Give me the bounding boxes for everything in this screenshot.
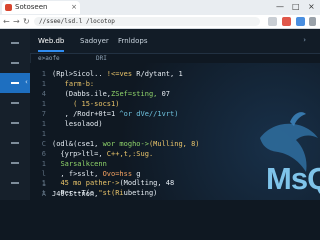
subheader-right-label: DRI <box>96 55 107 62</box>
subheader-left-label: e>aofe <box>38 55 60 62</box>
chevron-right-icon[interactable]: › <box>303 36 306 44</box>
tab-close-icon[interactable]: × <box>71 1 77 14</box>
browser-tab[interactable]: Sotoseen × <box>2 1 80 14</box>
tab-sadoyer[interactable]: Sadoyer <box>80 29 109 53</box>
url-input[interactable]: //ssee/lsd.l /locotop <box>34 17 260 26</box>
sidebar-item-3[interactable]: ‹ <box>0 73 30 93</box>
line-number: 7 <box>41 110 46 118</box>
code-text: lesolaod) <box>52 120 103 128</box>
line-number: 1 <box>41 70 46 78</box>
line-number: 1 <box>41 100 46 108</box>
code-text: , /Rodr+0t=1 ^or dVe//1vrt) <box>52 110 179 118</box>
app-top-nav: Web.db Sadoyer Frnldops › <box>30 29 320 54</box>
code-text: {yrp>ltl=, C++,t,:Sug. <box>52 150 154 158</box>
minimize-icon[interactable]: — <box>276 2 284 12</box>
line-number: 1 <box>41 160 46 168</box>
forward-arrow-icon[interactable]: → <box>13 16 20 27</box>
sidebar-item-8[interactable] <box>0 173 30 193</box>
line-number: t <box>41 189 46 197</box>
browser-tab-bar: Sotoseen × — □ × <box>0 0 320 16</box>
sidebar-item-4[interactable] <box>0 93 30 113</box>
code-text: 45 mo pather->(Modlting, 48 <box>60 179 175 187</box>
sidebar-item-8-icon <box>11 182 19 184</box>
maximize-icon[interactable]: □ <box>292 2 300 12</box>
editor-subheader: e>aofe DRI <box>30 54 320 63</box>
sidebar-item-2[interactable] <box>0 53 30 73</box>
line-number: 6 <box>41 150 46 158</box>
app-sidebar: ‹ <box>0 29 31 200</box>
code-text: Per--T(o "st(Riubeting) <box>52 189 158 197</box>
tab-frnldops[interactable]: Frnldops <box>118 29 147 53</box>
line-number: 4 <box>41 90 46 98</box>
sidebar-item-6[interactable] <box>0 133 30 153</box>
line-number: C <box>41 140 46 148</box>
code-text: (Dabbs.ile,ZSef=sting, 07 <box>52 90 171 98</box>
sidebar-item-6-icon <box>11 142 19 144</box>
chevron-left-icon: ‹ <box>25 78 28 86</box>
sidebar-item-1-icon <box>11 42 19 44</box>
logo-wordmark: MsQ <box>266 161 320 196</box>
sidebar-item-7-icon <box>11 162 19 164</box>
sidebar-item-2-icon <box>11 62 19 64</box>
sidebar-item-5-icon <box>11 122 19 124</box>
address-bar: ← → ↻ //ssee/lsd.l /locotop <box>0 15 320 29</box>
profile-icon[interactable] <box>296 17 305 26</box>
sidebar-item-4-icon <box>11 102 19 104</box>
extension-icon[interactable] <box>282 17 291 26</box>
code-text: Sarsalkcenn <box>60 160 107 168</box>
close-window-icon[interactable]: × <box>308 2 315 12</box>
bookmark-icon[interactable] <box>268 17 277 26</box>
sidebar-item-1[interactable] <box>0 33 30 53</box>
code-text: (odl&(cse1, wor mogho->(Mulling, 8) <box>52 140 200 148</box>
line-number: 1 <box>41 179 46 187</box>
sidebar-item-3-icon <box>11 82 19 84</box>
reload-icon[interactable]: ↻ <box>23 16 30 27</box>
site-favicon-icon <box>5 4 12 11</box>
line-number: 1 <box>41 130 46 138</box>
line-number: 1 <box>41 80 46 88</box>
code-text: (Rpl>Sicol.. !<=ves R/dytant, 1 <box>52 70 183 78</box>
back-arrow-icon[interactable]: ← <box>3 16 10 27</box>
code-text: ( 15-socs1) <box>52 100 120 108</box>
sidebar-item-5[interactable] <box>0 113 30 133</box>
code-text: farm-b: <box>52 80 95 88</box>
tab-title: Sotoseen <box>15 3 48 11</box>
line-number: 1 <box>41 120 46 128</box>
active-tab-indicator <box>38 50 64 52</box>
sidebar-item-7[interactable] <box>0 153 30 173</box>
menu-icon[interactable] <box>309 17 316 26</box>
